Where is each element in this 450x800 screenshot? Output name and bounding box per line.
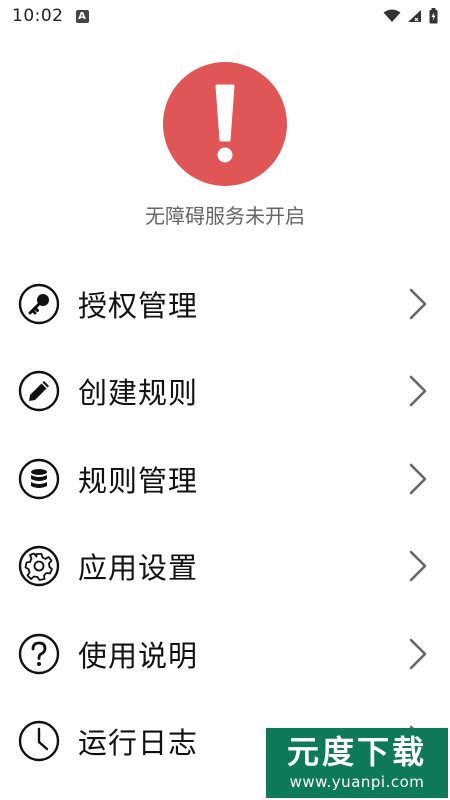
menu-label: 运行日志: [78, 726, 199, 761]
pencil-icon: [18, 371, 60, 412]
battery-icon: [429, 8, 438, 24]
accessibility-status-text: 无障碍服务未开启: [145, 204, 305, 228]
watermark-url: www.yuanpi.com: [289, 773, 425, 791]
menu-label: 创建规则: [78, 376, 199, 411]
key-icon: [18, 283, 60, 324]
menu-label: 应用设置: [78, 551, 199, 586]
database-icon: [18, 458, 60, 499]
cell-signal-icon: [408, 10, 421, 22]
menu-item-instructions[interactable]: 使用说明: [0, 610, 450, 698]
chevron-right-icon: [409, 463, 427, 495]
clock-icon: [18, 721, 60, 762]
exclamation-icon: [215, 84, 235, 163]
watermark-title: 元度下载: [286, 733, 427, 771]
question-icon: [18, 633, 60, 674]
menu-label: 规则管理: [78, 463, 199, 498]
menu-label: 使用说明: [78, 638, 199, 673]
gear-icon: [18, 546, 60, 587]
menu-label: 授权管理: [78, 288, 199, 323]
chevron-right-icon: [409, 638, 427, 670]
a-letter-icon: A: [75, 9, 89, 23]
status-icons: [383, 8, 438, 24]
main-menu: 授权管理 创建规则 规则管理 应用设置 使用说明 运行日志: [0, 260, 450, 785]
menu-item-authorization[interactable]: 授权管理: [0, 260, 450, 348]
chevron-right-icon: [409, 288, 427, 320]
menu-item-app-settings[interactable]: 应用设置: [0, 523, 450, 611]
menu-item-create-rule[interactable]: 创建规则: [0, 348, 450, 436]
chevron-right-icon: [409, 550, 427, 582]
screen: 10:02 A 无障碍服务未开启 授权管理 创建规则 规则管理 应用设置 使用说…: [0, 0, 450, 800]
site-watermark: 元度下载 www.yuanpi.com: [266, 728, 448, 798]
status-bar: 10:02 A: [0, 0, 450, 32]
chevron-right-icon: [409, 375, 427, 407]
menu-item-rule-management[interactable]: 规则管理: [0, 435, 450, 523]
wifi-icon: [383, 9, 401, 22]
status-time: 10:02: [12, 6, 64, 26]
alert-circle: [163, 62, 287, 186]
